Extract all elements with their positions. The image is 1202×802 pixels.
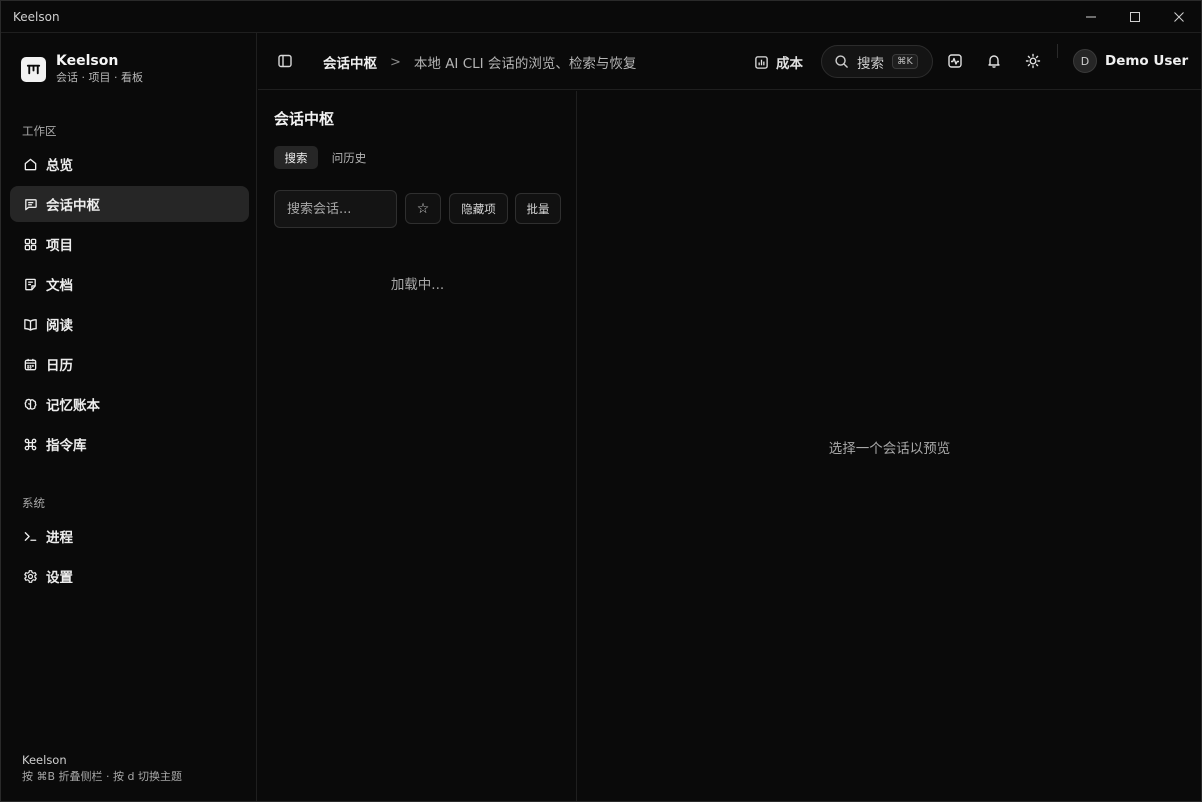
brand-name: Keelson — [56, 53, 119, 69]
sidebar-footer: Keelson 按 ⌘B 折叠侧栏 · 按 d 切换主题 — [22, 752, 182, 785]
gear-icon — [22, 568, 38, 584]
user-name: Demo User — [1105, 53, 1189, 69]
home-icon — [22, 156, 38, 172]
minimize-icon — [1086, 16, 1096, 18]
pane-title: 会话中枢 — [274, 110, 335, 128]
breadcrumb: 会话中枢 > 本地 AI CLI 会话的浏览、检索与恢复 — [323, 52, 637, 73]
sidebar-item-label: 指令库 — [46, 438, 87, 454]
session-preview-pane: 选择一个会话以预览 — [578, 91, 1201, 801]
sun-icon — [1025, 53, 1041, 69]
cost-label: 成本 — [776, 56, 803, 72]
command-icon — [22, 436, 38, 452]
grid-icon — [22, 236, 38, 252]
activity-icon — [948, 54, 962, 68]
keyboard-hint: 按 ⌘B 折叠侧栏 · 按 d 切换主题 — [22, 770, 183, 783]
theme-toggle-button[interactable] — [1025, 53, 1041, 69]
app-window: Keelson Keelson 会话 · 项目 · 看板 工作区 总览 会话中枢… — [0, 0, 1202, 802]
sidebar-item-processes[interactable]: 进程 — [10, 518, 249, 554]
close-icon — [1174, 12, 1184, 22]
sidebar-item-label: 设置 — [46, 570, 73, 586]
notifications-button[interactable] — [986, 53, 1002, 69]
close-button[interactable] — [1157, 1, 1201, 33]
sidebar-item-label: 文档 — [46, 278, 73, 294]
breadcrumb-separator: > — [390, 54, 401, 70]
sidebar-item-docs[interactable]: 文档 — [10, 266, 249, 302]
search-label: 搜索 — [857, 55, 884, 72]
avatar: D — [1073, 49, 1097, 73]
sidebar-item-label: 总览 — [46, 158, 73, 174]
sidebar-item-label: 项目 — [46, 238, 73, 254]
tab-search[interactable]: 搜索 — [274, 146, 318, 169]
sidebar-item-label: 日历 — [46, 358, 73, 374]
window-title: Keelson — [13, 9, 60, 24]
sidebar-item-label: 会话中枢 — [46, 198, 100, 214]
favorites-filter-button[interactable]: ☆ — [405, 193, 441, 224]
calendar-icon — [22, 356, 38, 372]
breadcrumb-current[interactable]: 会话中枢 — [323, 52, 377, 72]
sidebar-item-label: 进程 — [46, 530, 73, 546]
brand[interactable]: Keelson 会话 · 项目 · 看板 — [21, 53, 143, 85]
terminal-icon — [22, 528, 38, 544]
cost-button[interactable]: 成本 — [754, 52, 803, 72]
sidebar-item-memory-ledger[interactable]: 记忆账本 — [10, 386, 249, 422]
footer-title: Keelson — [22, 753, 67, 767]
note-icon — [22, 276, 38, 292]
title-bar: Keelson — [1, 1, 1201, 33]
hidden-items-button[interactable]: 隐藏项 — [449, 193, 508, 224]
star-icon: ☆ — [416, 200, 430, 217]
sidebar-toggle-button[interactable] — [277, 53, 293, 69]
sidebar-item-label: 阅读 — [46, 318, 73, 334]
sidebar-item-overview[interactable]: 总览 — [10, 146, 249, 182]
sidebar-item-reading[interactable]: 阅读 — [10, 306, 249, 342]
bell-icon — [988, 55, 1000, 68]
maximize-icon — [1130, 12, 1140, 22]
book-icon — [22, 316, 38, 332]
bar-chart-icon — [755, 55, 768, 69]
empty-state-message: 选择一个会话以预览 — [828, 441, 951, 457]
system-section-label: 系统 — [22, 496, 45, 510]
breadcrumb-description: 本地 AI CLI 会话的浏览、检索与恢复 — [413, 56, 637, 72]
session-list-pane: 会话中枢 搜索 问历史 ☆ 隐藏项 批量 加载中... — [258, 91, 577, 801]
user-menu[interactable]: D Demo User — [1073, 49, 1188, 73]
sidebar-item-projects[interactable]: 项目 — [10, 226, 249, 262]
header-divider — [1057, 44, 1058, 58]
sidebar-item-session-hub[interactable]: 会话中枢 — [10, 186, 249, 222]
sidebar-item-calendar[interactable]: 日历 — [10, 346, 249, 382]
search-shortcut-badge: ⌘K — [892, 54, 918, 69]
activity-button[interactable] — [947, 53, 963, 69]
search-icon — [835, 55, 848, 68]
sidebar-item-settings[interactable]: 设置 — [10, 558, 249, 594]
chat-icon — [22, 196, 38, 212]
brand-subtitle: 会话 · 项目 · 看板 — [56, 71, 143, 84]
loading-indicator: 加载中... — [390, 277, 445, 293]
tab-ask-history[interactable]: 问历史 — [326, 146, 372, 169]
workspace-section-label: 工作区 — [22, 124, 57, 138]
sidebar: Keelson 会话 · 项目 · 看板 工作区 总览 会话中枢 项目 文档 阅… — [1, 33, 257, 801]
logo-icon — [21, 56, 46, 82]
top-header: 会话中枢 > 本地 AI CLI 会话的浏览、检索与恢复 成本 搜索 ⌘K D … — [258, 33, 1201, 90]
window-controls — [1069, 1, 1201, 33]
panel-left-icon — [278, 54, 292, 68]
sidebar-item-label: 记忆账本 — [46, 398, 100, 414]
session-search-input[interactable] — [274, 190, 397, 228]
maximize-button[interactable] — [1113, 1, 1157, 33]
sidebar-item-command-library[interactable]: 指令库 — [10, 426, 249, 462]
batch-button[interactable]: 批量 — [515, 193, 561, 224]
minimize-button[interactable] — [1069, 1, 1113, 33]
global-search-button[interactable]: 搜索 ⌘K — [821, 45, 933, 78]
brain-icon — [22, 396, 38, 412]
